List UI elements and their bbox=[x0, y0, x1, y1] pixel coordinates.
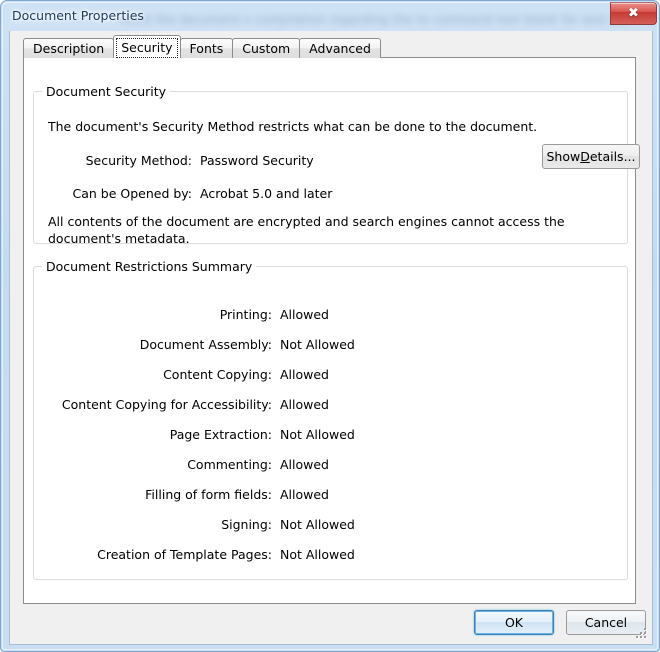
resize-grip-dot bbox=[644, 636, 646, 638]
restriction-value: Not Allowed bbox=[280, 547, 355, 562]
restriction-label: Content Copying: bbox=[163, 367, 272, 382]
tab-label: Custom bbox=[242, 41, 291, 56]
resize-grip[interactable] bbox=[636, 628, 649, 641]
restriction-row: Commenting: Allowed bbox=[34, 457, 627, 474]
window-title: Document Properties bbox=[12, 8, 144, 23]
resize-grip-dot bbox=[640, 636, 642, 638]
restriction-label: Signing: bbox=[221, 517, 272, 532]
restriction-row: Creation of Template Pages: Not Allowed bbox=[34, 547, 627, 564]
security-intro-text: The document's Security Method restricts… bbox=[48, 119, 538, 134]
restriction-row: Page Extraction: Not Allowed bbox=[34, 427, 627, 444]
restriction-label: Document Assembly: bbox=[139, 337, 272, 352]
restriction-value: Not Allowed bbox=[280, 517, 355, 532]
tab-custom[interactable]: Custom bbox=[232, 38, 301, 58]
restriction-value: Not Allowed bbox=[280, 337, 355, 352]
close-button[interactable]: ✖ bbox=[610, 2, 657, 25]
document-security-group-title: Document Security bbox=[42, 84, 171, 99]
security-tab-panel: Document Security The document's Securit… bbox=[23, 57, 640, 604]
show-details-label-accel: D bbox=[580, 149, 590, 164]
glass-background-bleed: ment the document s compilation regardin… bbox=[121, 13, 631, 26]
restriction-value: Allowed bbox=[280, 457, 329, 472]
restriction-value: Allowed bbox=[280, 397, 329, 412]
resize-grip-dot bbox=[644, 632, 646, 634]
restriction-label: Commenting: bbox=[187, 457, 272, 472]
tab-fonts[interactable]: Fonts bbox=[179, 38, 234, 58]
restriction-row: Content Copying for Accessibility: Allowe… bbox=[34, 397, 627, 414]
cancel-button-label: Cancel bbox=[584, 615, 628, 630]
close-icon: ✖ bbox=[628, 6, 639, 21]
restriction-label: Printing: bbox=[219, 307, 272, 322]
resize-grip-dot bbox=[640, 632, 642, 634]
tab-strip: Description Security Fonts Custom Advanc… bbox=[23, 35, 381, 58]
restriction-row: Content Copying: Allowed bbox=[34, 367, 627, 384]
restriction-label: Content Copying for Accessibility: bbox=[61, 397, 272, 412]
show-details-label-prefix: Show bbox=[546, 149, 581, 164]
security-method-label: Security Method: bbox=[85, 153, 192, 168]
resize-grip-dot bbox=[644, 628, 646, 630]
title-bar[interactable]: ment the document s compilation regardin… bbox=[1, 1, 659, 31]
restriction-value: Not Allowed bbox=[280, 427, 355, 442]
document-security-group: Document Security The document's Securit… bbox=[33, 84, 640, 246]
restriction-value: Allowed bbox=[280, 487, 329, 502]
restriction-row: Signing: Not Allowed bbox=[34, 517, 627, 534]
document-restrictions-group-title: Document Restrictions Summary bbox=[42, 259, 257, 274]
restriction-row: Filling of form fields: Allowed bbox=[34, 487, 627, 504]
restriction-row: Printing: Allowed bbox=[34, 307, 627, 324]
restriction-label: Page Extraction: bbox=[169, 427, 272, 442]
tab-advanced[interactable]: Advanced bbox=[299, 38, 381, 58]
tab-label: Security bbox=[121, 39, 173, 55]
tab-label: Description bbox=[33, 41, 105, 56]
restriction-value: Allowed bbox=[280, 367, 329, 382]
document-properties-window: ment the document s compilation regardin… bbox=[0, 0, 660, 652]
tab-description[interactable]: Description bbox=[23, 38, 115, 58]
dialog-client-area: Description Security Fonts Custom Advanc… bbox=[9, 31, 653, 645]
security-method-value: Password Security bbox=[200, 153, 314, 168]
document-restrictions-group: Document Restrictions Summary Printing: A… bbox=[33, 259, 628, 580]
tab-label: Advanced bbox=[309, 41, 371, 56]
can-be-opened-by-value: Acrobat 5.0 and later bbox=[200, 186, 333, 201]
dialog-footer: OK Cancel bbox=[10, 604, 652, 643]
resize-grip-dot bbox=[636, 636, 638, 638]
show-details-label-suffix: etails... bbox=[589, 149, 636, 164]
show-details-button[interactable]: Show Details... bbox=[542, 144, 640, 169]
ok-button-label: OK bbox=[504, 615, 524, 630]
restriction-label: Creation of Template Pages: bbox=[97, 547, 272, 562]
ok-button[interactable]: OK bbox=[474, 610, 554, 635]
security-note-text: All contents of the document are encrypt… bbox=[48, 214, 565, 246]
cancel-button[interactable]: Cancel bbox=[566, 610, 646, 635]
restriction-value: Allowed bbox=[280, 307, 329, 322]
restriction-row: Document Assembly: Not Allowed bbox=[34, 337, 627, 354]
tab-security[interactable]: Security bbox=[113, 35, 181, 58]
tab-label: Fonts bbox=[189, 41, 224, 56]
can-be-opened-by-label: Can be Opened by: bbox=[72, 186, 192, 201]
restriction-label: Filling of form fields: bbox=[145, 487, 272, 502]
